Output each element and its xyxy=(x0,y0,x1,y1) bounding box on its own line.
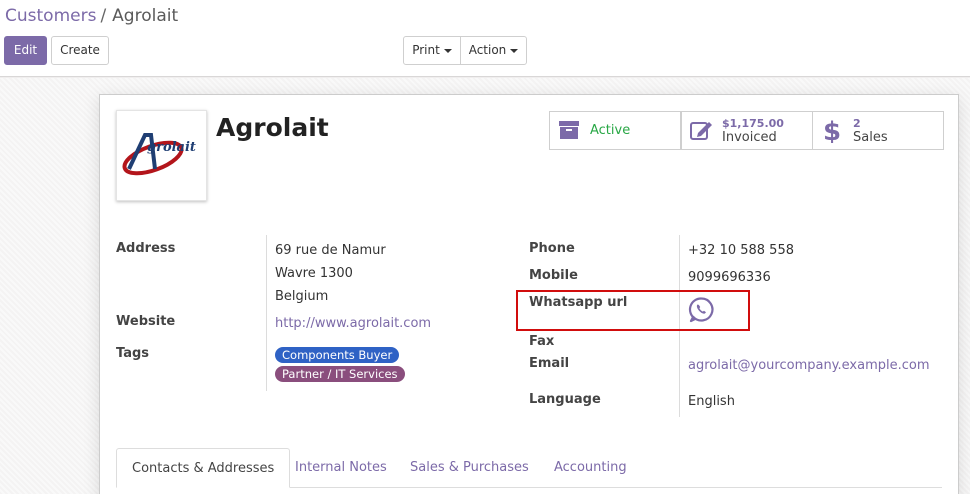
field-separator xyxy=(266,235,267,391)
control-panel: Customers / Agrolait Edit Create Print Act… xyxy=(0,0,970,77)
svg-text:grolait: grolait xyxy=(147,140,196,155)
agrolait-logo: grolait xyxy=(122,133,196,176)
website-link[interactable]: http://www.agrolait.com xyxy=(275,316,431,331)
tab-contacts-addresses[interactable]: Contacts & Addresses xyxy=(116,448,291,488)
email-label: Email xyxy=(529,356,570,371)
form-sheet: grolait Agrolait Active $1,175.00 Invoic… xyxy=(99,94,959,494)
invoiced-label: Invoiced xyxy=(722,130,777,145)
tag-badge[interactable]: Partner / IT Services xyxy=(275,366,405,382)
tab-accounting[interactable]: Accounting xyxy=(554,448,627,488)
partner-name: Agrolait xyxy=(216,113,329,142)
active-toggle-button[interactable]: Active xyxy=(549,111,681,150)
website-label: Website xyxy=(116,314,176,329)
create-button[interactable]: Create xyxy=(51,36,109,65)
language-value: English xyxy=(688,394,735,409)
whatsapp-highlight-box xyxy=(516,290,750,331)
pencil-square-icon xyxy=(690,122,712,140)
archive-icon xyxy=(559,121,579,139)
address-country: Belgium xyxy=(275,289,329,304)
invoiced-stat-button[interactable]: $1,175.00 Invoiced xyxy=(681,111,813,150)
action-dropdown-button[interactable]: Action xyxy=(460,36,527,65)
address-city: Wavre 1300 xyxy=(275,266,353,281)
active-label: Active xyxy=(590,123,631,138)
form-view-area: grolait Agrolait Active $1,175.00 Invoic… xyxy=(0,78,970,494)
print-dropdown-button[interactable]: Print xyxy=(403,36,461,65)
print-label: Print xyxy=(412,43,440,57)
email-link[interactable]: agrolait@yourcompany.example.com xyxy=(688,358,930,373)
dollar-icon: $ xyxy=(823,117,841,143)
edit-button[interactable]: Edit xyxy=(4,36,47,65)
sales-label: Sales xyxy=(853,130,888,145)
sales-stat-button[interactable]: $ 2 Sales xyxy=(812,111,944,150)
tab-sales-purchases[interactable]: Sales & Purchases xyxy=(410,448,529,488)
tag-badge[interactable]: Components Buyer xyxy=(275,347,400,363)
sales-count: 2 xyxy=(853,117,861,130)
fax-label: Fax xyxy=(529,334,555,349)
phone-value: +32 10 588 558 xyxy=(688,243,794,258)
breadcrumb-separator: / xyxy=(100,6,107,26)
caret-down-icon xyxy=(443,48,452,53)
invoiced-amount: $1,175.00 xyxy=(722,117,784,130)
breadcrumb-customers-link[interactable]: Customers xyxy=(5,6,96,26)
address-label: Address xyxy=(116,241,176,256)
tab-internal-notes[interactable]: Internal Notes xyxy=(295,448,387,488)
phone-label: Phone xyxy=(529,241,575,256)
address-street: 69 rue de Namur xyxy=(275,243,386,258)
tags-label: Tags xyxy=(116,346,150,361)
action-label: Action xyxy=(468,43,507,57)
partner-image[interactable]: grolait xyxy=(116,110,207,201)
svg-text:$: $ xyxy=(823,117,841,143)
caret-down-icon xyxy=(510,48,519,53)
breadcrumb: Customers / Agrolait xyxy=(5,6,178,26)
language-label: Language xyxy=(529,392,601,407)
breadcrumb-current: Agrolait xyxy=(112,6,179,26)
mobile-value: 9099696336 xyxy=(688,270,771,285)
mobile-label: Mobile xyxy=(529,268,578,283)
